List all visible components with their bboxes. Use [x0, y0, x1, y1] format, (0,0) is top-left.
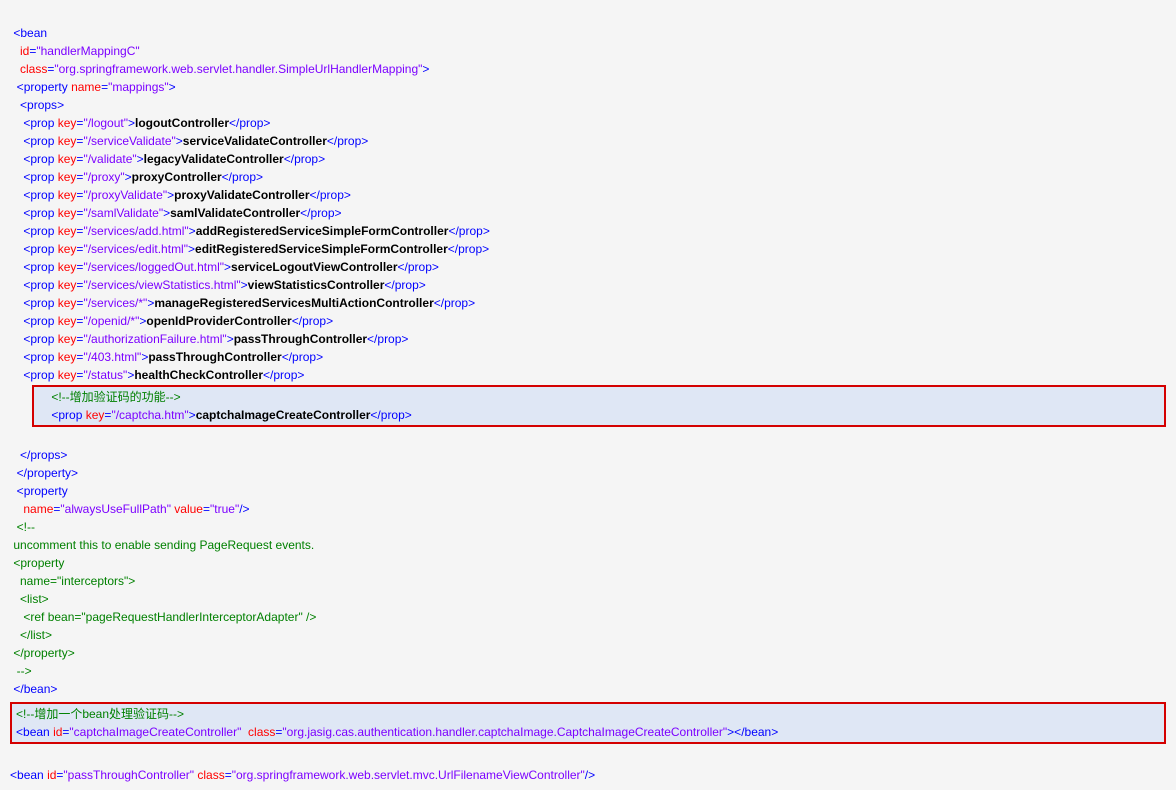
prop-line: <prop key="/authorizationFailure.html">p…: [10, 332, 408, 346]
line: </props>: [10, 448, 67, 462]
line: </bean>: [10, 682, 57, 696]
prop-line: <prop key="/samlValidate">samlValidateCo…: [10, 206, 342, 220]
prop-line: <prop key="/services/loggedOut.html">ser…: [10, 260, 439, 274]
prop-line: <prop key="/403.html">passThroughControl…: [10, 350, 323, 364]
comment: <!--增加验证码的功能-->: [51, 390, 180, 404]
prop-line: <prop key="/serviceValidate">serviceVali…: [10, 134, 368, 148]
prop-line: <prop key="/logout">logoutController</pr…: [10, 116, 270, 130]
prop-line: <prop key="/validate">legacyValidateCont…: [10, 152, 325, 166]
prop-line: <prop key="/services/viewStatistics.html…: [10, 278, 426, 292]
line: <property: [10, 484, 68, 498]
line: name="alwaysUseFullPath" value="true"/>: [10, 502, 250, 516]
highlight-captcha-bean: <!--增加一个bean处理验证码--> <bean id="captchaIm…: [10, 702, 1166, 744]
comment-block: <!-- uncomment this to enable sending Pa…: [10, 520, 316, 678]
prop-line: <prop key="/services/edit.html">editRegi…: [10, 242, 489, 256]
line: </property>: [10, 466, 78, 480]
prop-line: <prop key="/openid/*">openIdProviderCont…: [10, 314, 333, 328]
prop-line: <prop key="/services/*">manageRegistered…: [10, 296, 475, 310]
prop-line: <prop key="/status">healthCheckControlle…: [10, 368, 304, 382]
prop-line: <prop key="/proxyValidate">proxyValidate…: [10, 188, 351, 202]
highlight-captcha-prop: <!--增加验证码的功能--> <prop key="/captcha.htm"…: [32, 385, 1166, 427]
line: class="org.springframework.web.servlet.h…: [10, 62, 429, 76]
xml-code-block: <bean id="handlerMappingC" class="org.sp…: [10, 6, 1166, 698]
line: <props>: [10, 98, 64, 112]
prop-line: <prop key="/proxy">proxyController</prop…: [10, 170, 263, 184]
bean-passthrough: <bean id="passThroughController" class="…: [10, 748, 1166, 784]
comment: <!--增加一个bean处理验证码-->: [16, 707, 184, 721]
prop-line: <prop key="/services/add.html">addRegist…: [10, 224, 490, 238]
line: <property name="mappings">: [10, 80, 176, 94]
line: id="handlerMappingC": [10, 44, 140, 58]
line: <bean: [10, 26, 47, 40]
